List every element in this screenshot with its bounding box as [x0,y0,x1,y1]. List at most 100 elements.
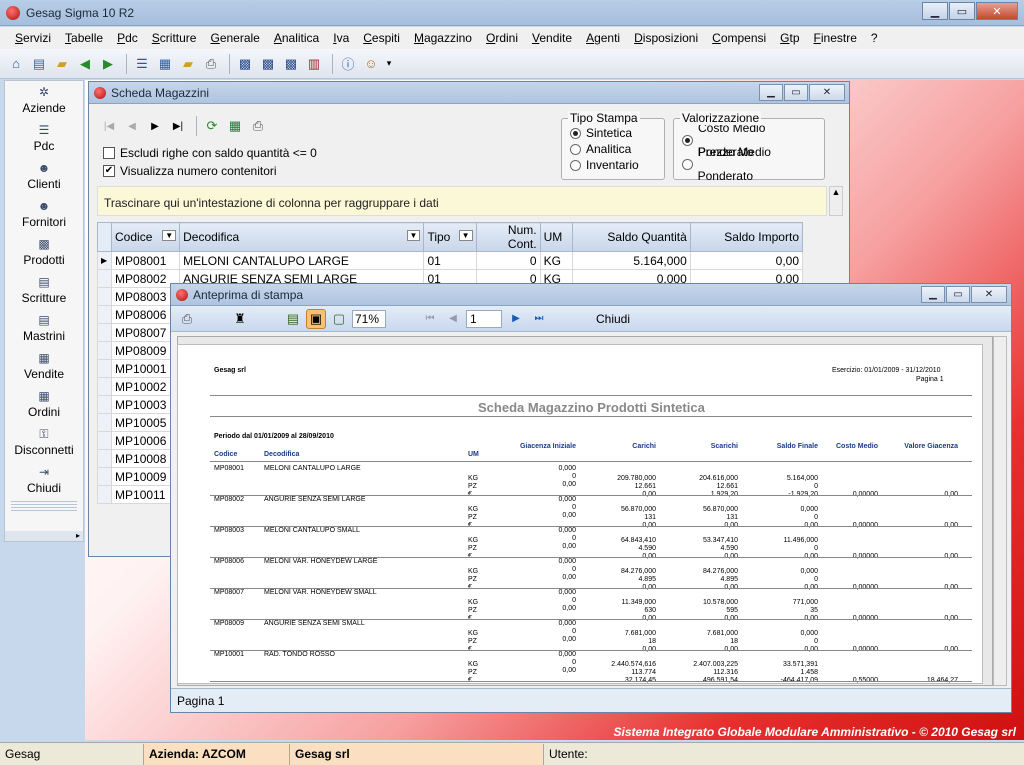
table-row[interactable]: ▶ MP08001 MELONI CANTALUPO LARGE 01 0 KG 5.164… [96,251,804,270]
sidebar-item-aziende[interactable]: ✲ Aziende [5,81,83,119]
cell-qta[interactable]: 5.164,000 [571,251,691,270]
sidebar-item-chiudi[interactable]: ⇥ Chiudi [5,461,83,499]
menu-item-agenti[interactable]: Agenti [579,31,627,45]
calendar-icon[interactable]: ▩ [235,54,255,74]
print-icon[interactable]: ⎙ [201,54,221,74]
radio-button[interactable] [570,143,581,155]
menu-item-vendite[interactable]: Vendite [525,31,579,45]
home-icon[interactable]: ⌂ [6,54,26,74]
row-selector[interactable] [96,395,113,414]
column-header[interactable]: Num. Cont. [475,222,541,252]
maximize-button[interactable]: ▭ [949,2,975,20]
menu-item-ordini[interactable]: Ordini [479,31,525,45]
column-filter-dropdown-icon[interactable]: ▼ [458,230,473,241]
previous-record-icon[interactable]: ◀ [122,116,142,136]
menu-item-tabelle[interactable]: Tabelle [58,31,110,45]
minimize-button[interactable]: ▁ [759,84,783,101]
radio-analitica[interactable]: Analitica [570,141,664,157]
tree-icon[interactable]: ☰ [132,54,152,74]
radio-inventario[interactable]: Inventario [570,157,664,173]
calendar-icon[interactable]: ▩ [258,54,278,74]
menu-item-analitica[interactable]: Analitica [267,31,326,45]
cell-um[interactable]: KG [539,251,573,270]
row-selector[interactable] [96,359,113,378]
sidebar-item-disconnetti[interactable]: ⚿ Disconnetti [5,423,83,461]
menu-item-magazzino[interactable]: Magazzino [407,31,479,45]
row-selector[interactable] [96,485,113,504]
minimize-button[interactable]: ▁ [921,286,945,303]
refresh-icon[interactable]: ⟳ [202,116,222,136]
checkbox-checked[interactable]: ✔ [103,165,115,177]
info-icon[interactable]: ⓘ [338,54,358,74]
back-arrow-icon[interactable]: ◀ [75,54,95,74]
close-button[interactable]: ✕ [976,2,1018,20]
user-icon[interactable]: ☺ [361,54,381,74]
zoom-field[interactable]: 71% [352,309,386,328]
group-by-panel[interactable]: Trascinare qui un'intestazione di colonn… [97,186,827,216]
folder-open-icon[interactable]: ▰ [178,54,198,74]
cell-decodifica[interactable]: MELONI CANTALUPO LARGE [179,251,425,270]
radio-button[interactable] [570,127,581,139]
close-preview-button[interactable]: Chiudi [596,312,630,326]
column-filter-dropdown-icon[interactable]: ▼ [406,230,421,241]
print-icon[interactable]: ⎙ [177,309,197,329]
row-selector[interactable] [96,467,113,486]
sidebar-expand-icon[interactable]: ▸ [5,531,83,541]
row-selector[interactable] [96,287,113,306]
sidebar-item-clienti[interactable]: ☻ Clienti [5,157,83,195]
menu-item-iva[interactable]: Iva [326,31,356,45]
sidebar-item-fornitori[interactable]: ☻ Fornitori [5,195,83,233]
folder-icon[interactable]: ▰ [52,54,72,74]
column-header[interactable]: Tipo ▼ [423,222,477,252]
previous-page-icon[interactable]: ◀ [443,309,463,329]
close-button[interactable]: ✕ [809,84,845,101]
sidebar-item-mastrini[interactable]: ▤ Mastrini [5,309,83,347]
barcode-icon[interactable]: ▥ [304,54,324,74]
radio-prezzo-medio-ponderato[interactable]: Prezzo Medio Ponderato [682,145,824,183]
cell-tipo[interactable]: 01 [423,251,477,270]
row-selector[interactable] [96,449,113,468]
row-selector[interactable]: ▶ [96,251,113,270]
list-icon[interactable]: ▦ [155,54,175,74]
menu-item-pdc[interactable]: Pdc [110,31,145,45]
find-icon[interactable]: ♜ [230,309,250,329]
page-single-icon[interactable]: ▤ [283,309,303,329]
column-header[interactable]: Decodifica ▼ [179,222,425,252]
menu-item-[interactable]: ? [864,31,885,45]
menu-item-compensi[interactable]: Compensi [705,31,773,45]
menu-item-disposizioni[interactable]: Disposizioni [627,31,705,45]
menu-item-finestre[interactable]: Finestre [807,31,864,45]
checkbox-box[interactable] [103,147,115,159]
maximize-button[interactable]: ▭ [784,84,808,101]
radio-sintetica[interactable]: Sintetica [570,125,664,141]
overflow-chevron-icon[interactable]: ▾ [384,54,394,74]
scroll-up-arrow-icon[interactable]: ▲ [829,186,843,216]
document-icon[interactable]: ▤ [29,54,49,74]
last-record-icon[interactable]: ▶| [168,116,188,136]
preview-scrollbar[interactable] [993,336,1007,686]
sidebar-item-scritture[interactable]: ▤ Scritture [5,271,83,309]
calendar-icon[interactable]: ▩ [281,54,301,74]
menu-item-scritture[interactable]: Scritture [145,31,204,45]
first-page-icon[interactable]: ⏮ [420,309,440,329]
sidebar-item-vendite[interactable]: ▦ Vendite [5,347,83,385]
column-header[interactable]: Saldo Quantità [571,222,691,252]
menu-item-servizi[interactable]: Servizi [8,31,58,45]
row-selector[interactable] [96,413,113,432]
page-whole-icon[interactable]: ▢ [329,309,349,329]
menu-item-gtp[interactable]: Gtp [773,31,806,45]
minimize-button[interactable]: ▁ [922,2,948,20]
sidebar-item-prodotti[interactable]: ▩ Prodotti [5,233,83,271]
page-number-field[interactable]: 1 [466,309,502,328]
column-header[interactable]: Codice ▼ [111,222,181,252]
cell-importo[interactable]: 0,00 [689,251,804,270]
sidebar-item-pdc[interactable]: ☰ Pdc [5,119,83,157]
visualizza-checkbox[interactable]: ✔ Visualizza numero contenitori [103,162,317,180]
maximize-button[interactable]: ▭ [946,286,970,303]
page-width-icon[interactable]: ▣ [306,308,326,329]
cell-cont[interactable]: 0 [475,251,541,270]
cell-codice[interactable]: MP08001 [111,251,181,270]
next-page-icon[interactable]: ▶ [506,309,526,329]
row-selector[interactable] [96,341,113,360]
row-selector[interactable] [96,377,113,396]
